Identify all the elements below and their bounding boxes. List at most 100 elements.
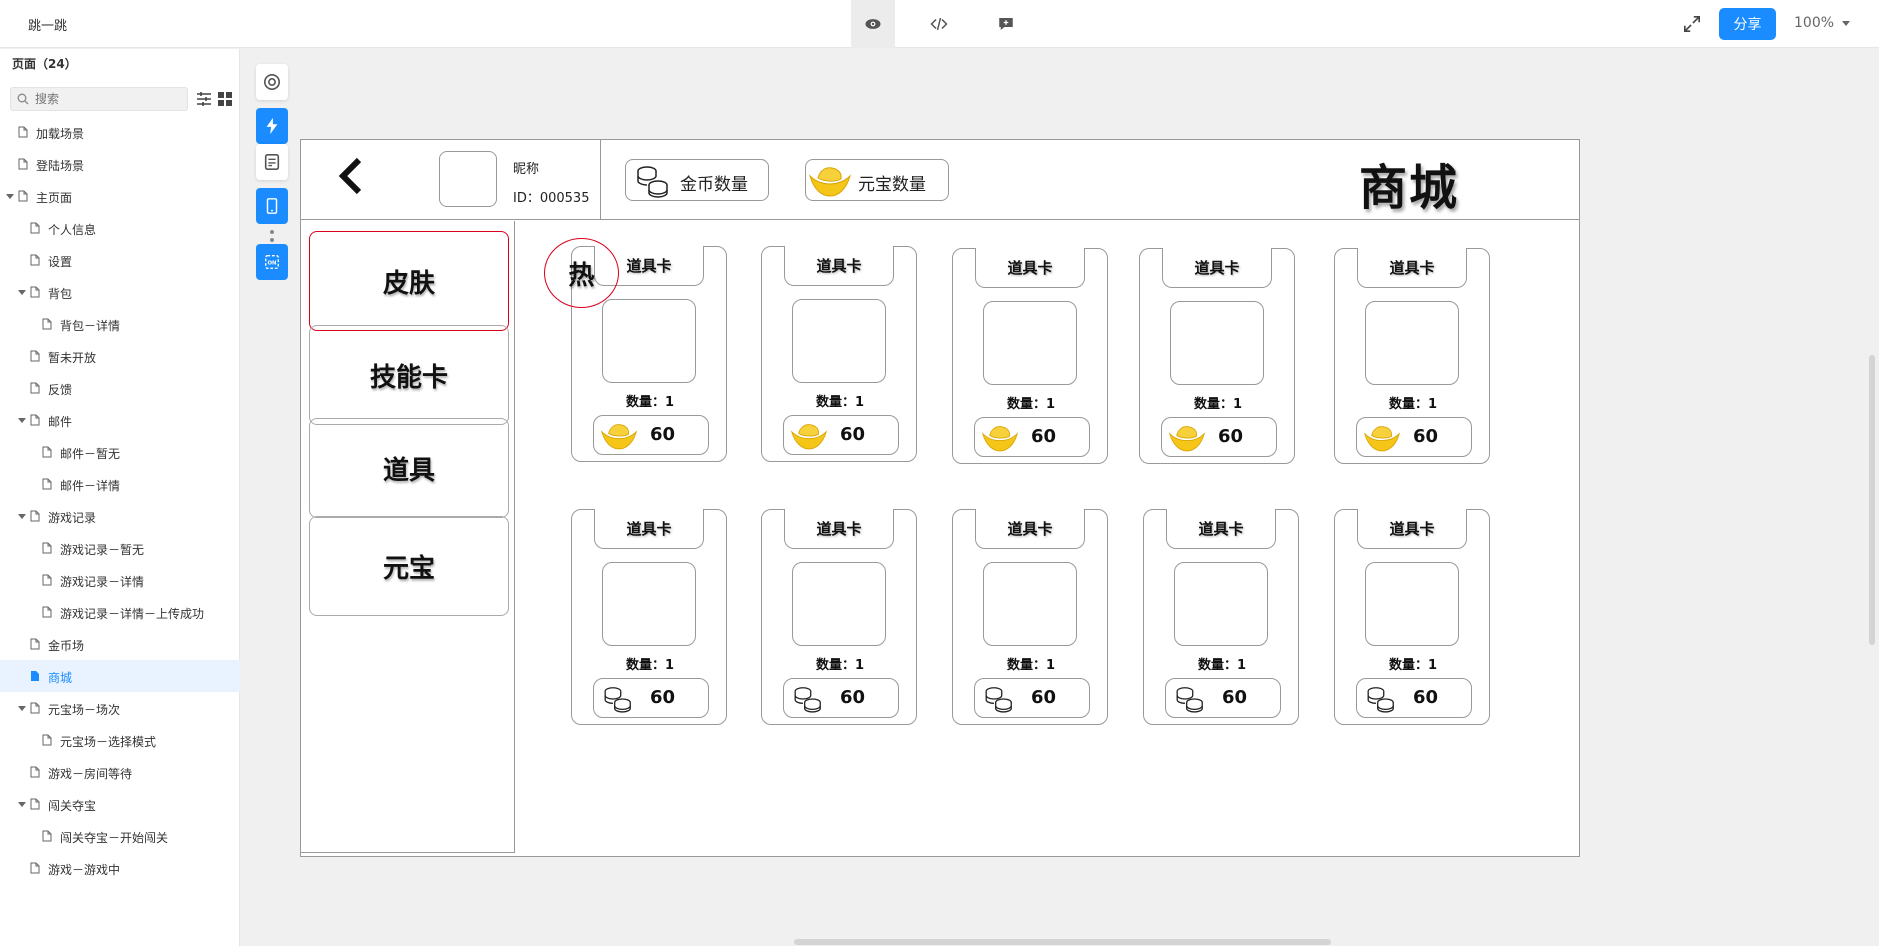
caret-down-icon[interactable]	[18, 802, 26, 807]
zoom-select[interactable]: 100%	[1794, 15, 1851, 31]
caret-down-icon[interactable]	[18, 418, 26, 423]
category-button[interactable]: 元宝	[309, 516, 509, 616]
item-price: 60	[1413, 426, 1439, 447]
search-input[interactable]	[35, 90, 185, 108]
page-item[interactable]: 元宝场－场次	[0, 692, 240, 724]
page-item[interactable]: 登陆场景	[0, 148, 240, 180]
page-item[interactable]: 设置	[0, 244, 240, 276]
item-price: 60	[650, 424, 676, 445]
category-button[interactable]: 皮肤	[309, 231, 509, 331]
item-card-title: 道具卡	[784, 509, 894, 549]
search-box[interactable]	[10, 87, 188, 111]
page-item[interactable]: 闯关夺宝	[0, 788, 240, 820]
share-button[interactable]: 分享	[1719, 8, 1776, 40]
buy-button[interactable]: 60	[593, 415, 709, 455]
page-item[interactable]: 游戏记录－暂无	[0, 532, 240, 564]
item-card[interactable]: 道具卡 数量：1 60	[1334, 248, 1490, 464]
caret-down-icon[interactable]	[18, 290, 26, 295]
page-item-label: 闯关夺宝	[48, 799, 97, 813]
more-icon[interactable]	[270, 230, 274, 242]
caret-down-icon[interactable]	[18, 706, 26, 711]
page-item[interactable]: 暂未开放	[0, 340, 240, 372]
page-item[interactable]: 金币场	[0, 628, 240, 660]
item-card-title: 道具卡	[1166, 509, 1276, 549]
toggle-tool-button[interactable]: ON	[256, 244, 288, 280]
page-item[interactable]: 主页面	[0, 180, 240, 212]
item-image	[1174, 562, 1268, 646]
caret-down-icon[interactable]	[6, 194, 14, 199]
item-quantity: 数量：1	[1006, 658, 1056, 673]
pages-sidebar: 页面（24） 加载场景登陆场景主页面个人信息设置背包背包－详情暂未开放反馈邮件邮…	[0, 49, 240, 946]
item-image	[983, 562, 1077, 646]
page-item-label: 背包－详情	[60, 319, 121, 333]
buy-button[interactable]: 60	[1161, 417, 1277, 457]
buy-button[interactable]: 60	[1165, 678, 1281, 718]
avatar[interactable]	[439, 151, 497, 207]
page-item[interactable]: 邮件－详情	[0, 468, 240, 500]
page-item[interactable]: 闯关夺宝－开始闯关	[0, 820, 240, 852]
buy-button[interactable]: 60	[783, 415, 899, 455]
item-card[interactable]: 道具卡 数量：1 60	[1139, 248, 1295, 464]
page-item[interactable]: 邮件－暂无	[0, 436, 240, 468]
page-item[interactable]: 游戏记录－详情	[0, 564, 240, 596]
item-card[interactable]: 道具卡 数量：1 60	[952, 248, 1108, 464]
item-card-title: 道具卡	[1162, 248, 1272, 288]
page-icon	[42, 606, 52, 618]
item-card[interactable]: 道具卡 数量：1 60	[1143, 509, 1299, 725]
item-card[interactable]: 道具卡 数量：1 60	[761, 246, 917, 462]
buy-button[interactable]: 60	[593, 678, 709, 718]
note-icon	[264, 153, 280, 171]
item-price: 60	[1031, 426, 1057, 447]
caret-down-icon[interactable]	[18, 514, 26, 519]
horizontal-scrollbar[interactable]	[794, 939, 1331, 945]
code-mode-button[interactable]	[917, 0, 961, 48]
page-item-label: 设置	[48, 255, 73, 269]
target-tool-button[interactable]	[256, 64, 288, 100]
search-icon	[17, 93, 29, 105]
shop-header: 昵称 ID：000535 金币数量 元宝数量 商城	[301, 140, 1579, 220]
page-item[interactable]: 邮件	[0, 404, 240, 436]
buy-button[interactable]: 60	[974, 678, 1090, 718]
page-item[interactable]: 个人信息	[0, 212, 240, 244]
page-item[interactable]: 游戏－游戏中	[0, 852, 240, 884]
page-item-label: 元宝场－选择模式	[60, 735, 157, 749]
page-item[interactable]: 背包	[0, 276, 240, 308]
page-item[interactable]: 加载场景	[0, 116, 240, 148]
page-item[interactable]: 游戏记录	[0, 500, 240, 532]
device-tool-button[interactable]	[256, 188, 288, 224]
preview-mode-button[interactable]	[851, 0, 895, 48]
page-item[interactable]: 反馈	[0, 372, 240, 404]
grid-view-icon[interactable]	[217, 91, 233, 107]
item-card[interactable]: 道具卡 数量：1 60	[1334, 509, 1490, 725]
category-button[interactable]: 技能卡	[309, 325, 509, 425]
coin-stack-icon	[1176, 687, 1203, 713]
page-item[interactable]: 游戏－房间等待	[0, 756, 240, 788]
back-arrow-icon[interactable]	[337, 156, 367, 200]
buy-button[interactable]: 60	[1356, 678, 1472, 718]
pages-header: 页面（24）	[12, 57, 77, 71]
page-item[interactable]: 游戏记录－详情－上传成功	[0, 596, 240, 628]
page-item[interactable]: 元宝场－选择模式	[0, 724, 240, 756]
buy-button[interactable]: 60	[1356, 417, 1472, 457]
page-item[interactable]: 背包－详情	[0, 308, 240, 340]
interaction-tool-button[interactable]	[256, 108, 288, 144]
comment-mode-button[interactable]	[984, 0, 1028, 48]
page-icon	[42, 542, 52, 554]
buy-button[interactable]: 60	[974, 417, 1090, 457]
page-item[interactable]: 商城	[0, 660, 240, 692]
category-button[interactable]: 道具	[309, 418, 509, 518]
buy-button[interactable]: 60	[783, 678, 899, 718]
item-card[interactable]: 道具卡 数量：1 60	[571, 509, 727, 725]
fullscreen-button[interactable]	[1682, 14, 1702, 34]
item-image	[792, 299, 886, 383]
page-icon	[30, 414, 40, 426]
gold-count-label: 金币数量	[680, 175, 748, 195]
item-quantity: 数量：1	[1388, 397, 1438, 412]
item-price: 60	[650, 687, 676, 708]
list-view-icon[interactable]	[196, 91, 212, 107]
item-card[interactable]: 道具卡 数量：1 60	[952, 509, 1108, 725]
vertical-scrollbar[interactable]	[1869, 355, 1875, 645]
page-icon	[18, 126, 28, 138]
note-tool-button[interactable]	[256, 144, 288, 180]
item-card[interactable]: 道具卡 数量：1 60	[761, 509, 917, 725]
